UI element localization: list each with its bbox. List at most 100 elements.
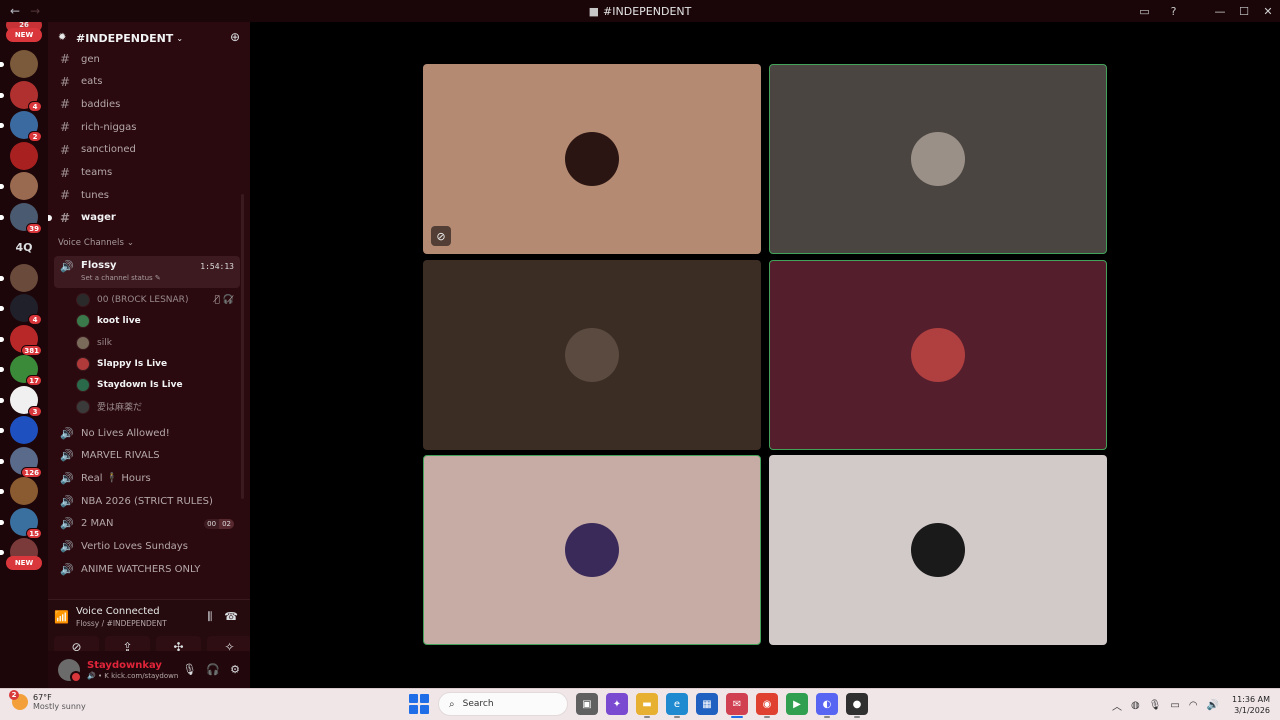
voice-member[interactable]: 00 (BROCK LESNAR) 🎙̸ 🎧̸ (76, 290, 240, 310)
text-channel[interactable]: # gen (54, 54, 240, 70)
microphone-icon[interactable]: 🎙 (182, 663, 196, 676)
mail-icon[interactable]: ✉ (726, 693, 748, 718)
voice-channel[interactable]: 🔊 ANIME WATCHERS ONLY (54, 558, 240, 580)
text-channel[interactable]: # teams (54, 162, 240, 184)
volume-icon[interactable]: 🔊 (1207, 700, 1219, 711)
server-icon[interactable]: 4 (0, 294, 42, 325)
voice-channel[interactable]: 🔊 2 MAN 00 02 (54, 513, 240, 535)
username[interactable]: Staydownkay (87, 660, 178, 671)
channel-status-hint[interactable]: Set a channel status ✎ (81, 274, 161, 282)
task-view-icon[interactable]: ▣ (576, 693, 598, 715)
voice-channel-name: NBA 2026 (STRICT RULES) (81, 495, 213, 507)
settings-icon[interactable]: ⚙ (230, 663, 240, 676)
text-channel[interactable]: # sanctioned (54, 139, 240, 161)
maximize-button[interactable]: ☐ (1232, 0, 1256, 22)
voice-member[interactable]: Staydown Is Live (76, 375, 240, 395)
server-icon[interactable] (0, 477, 38, 505)
speaker-icon: 🔊 (60, 540, 74, 553)
participant-tile[interactable] (769, 455, 1107, 645)
voice-member[interactable]: koot live (76, 311, 240, 331)
voice-channel-flossy[interactable]: 🔊 Flossy 1:54:13 Set a channel status ✎ (54, 256, 240, 288)
chrome-icon[interactable]: ◉ (756, 693, 778, 718)
voice-member[interactable]: silk (76, 333, 240, 353)
guild-gear-icon: ✹ (58, 32, 67, 43)
unread-indicator (0, 184, 4, 189)
text-channel[interactable]: # rich-niggas (54, 116, 240, 138)
scrollbar[interactable] (241, 194, 244, 499)
participant-tile[interactable] (423, 455, 761, 645)
tray-app-icon[interactable]: ◍ (1131, 700, 1140, 711)
headphones-icon[interactable]: 🎧 (206, 663, 220, 676)
new-unreads-pill-bottom[interactable]: NEW (6, 556, 42, 570)
participant-tile[interactable] (769, 260, 1107, 450)
avatar (911, 523, 965, 577)
server-icon[interactable]: 381 (0, 324, 42, 356)
avatar[interactable] (58, 658, 82, 683)
channel-list[interactable]: # gen # eats # baddies # rich-niggas # sanctioned… (48, 54, 246, 599)
text-channel[interactable]: # wager (48, 207, 240, 229)
unread-indicator (0, 489, 4, 494)
voice-category-header[interactable]: Voice Channels ⌄ (58, 238, 134, 248)
disconnect-icon[interactable]: ☎ (224, 610, 238, 624)
unread-indicator (0, 550, 4, 555)
new-unreads-pill[interactable]: NEW (6, 28, 42, 42)
voice-channel[interactable]: 🔊 Vertio Loves Sundays (54, 536, 240, 558)
server-icon[interactable]: 2 (0, 111, 42, 142)
clock[interactable]: 11:36 AM 3/1/2026 (1232, 694, 1270, 716)
text-channel[interactable]: # baddies (54, 93, 240, 115)
voice-member[interactable]: 愛は麻薬だ (76, 397, 240, 417)
server-icon[interactable]: 126 (0, 446, 42, 478)
microphone-tray-icon[interactable]: 🎙 (1149, 700, 1162, 711)
back-icon[interactable]: ← (10, 4, 20, 18)
voice-channel[interactable]: 🔊 MARVEL RIVALS (54, 445, 240, 467)
voice-channel[interactable]: 🔊 NBA 2026 (STRICT RULES) (54, 490, 240, 512)
text-channel[interactable]: # tunes (54, 184, 240, 206)
guild-header[interactable]: ✹ #INDEPENDENT ⌄ ⊕ (48, 22, 250, 54)
voice-channel[interactable]: 🔊 No Lives Allowed! (54, 422, 240, 444)
media-icon[interactable]: ▶ (786, 693, 808, 715)
unread-indicator (48, 214, 52, 221)
voice-member[interactable]: Slappy Is Live (76, 354, 240, 374)
file-explorer-icon[interactable]: ▬ (636, 693, 658, 718)
server-icon[interactable] (0, 172, 38, 200)
close-button[interactable]: ✕ (1256, 0, 1280, 22)
server-icon[interactable]: 4 (0, 80, 42, 112)
noise-suppression-icon[interactable]: ⫼ (207, 610, 212, 624)
server-icon[interactable]: 15 (0, 507, 42, 539)
start-button[interactable] (408, 693, 430, 715)
voice-location[interactable]: Flossy / #INDEPENDENT (76, 619, 167, 628)
weather-widget[interactable]: 2 67°F Mostly sunny (9, 690, 86, 711)
obs-icon[interactable]: ● (846, 693, 868, 718)
signal-icon[interactable]: 📶 (54, 606, 76, 628)
server-icon[interactable] (0, 416, 38, 444)
display-icon[interactable]: ▭ (1170, 700, 1179, 711)
chevron-up-icon[interactable]: ︿ (1112, 698, 1122, 713)
taskbar-search[interactable]: ⌕ Search (438, 692, 568, 716)
server-icon[interactable] (0, 50, 38, 78)
participant-tile[interactable] (769, 64, 1107, 254)
taskbar: 2 67°F Mostly sunny ⌕ Search ▣ ✦ ▬ e ▦ ✉ ◉ ▶ ◐ ● … (0, 688, 1280, 720)
server-icon[interactable]: 4Q (10, 233, 38, 261)
invite-icon[interactable]: ⊕ (230, 30, 240, 44)
minimize-button[interactable]: — (1208, 0, 1232, 22)
text-channel[interactable]: # eats (54, 71, 240, 93)
edge-icon[interactable]: e (666, 693, 688, 718)
server-icon[interactable] (0, 263, 38, 292)
voice-channel[interactable]: 🔊 Real 🕴 Hours (54, 467, 240, 489)
unread-indicator (0, 336, 4, 342)
server-icon[interactable]: 39 (0, 202, 42, 234)
participant-tile[interactable]: ⊘ (423, 64, 761, 254)
wifi-icon[interactable]: ◠ (1189, 700, 1198, 711)
server-icon[interactable]: 3 (0, 385, 42, 417)
forward-icon[interactable]: → (30, 4, 40, 18)
store-icon[interactable]: ▦ (696, 693, 718, 715)
inbox-icon[interactable]: ▭ (1130, 0, 1159, 22)
server-icon[interactable] (10, 141, 38, 170)
copilot-icon[interactable]: ✦ (606, 693, 628, 715)
voice-status[interactable]: Voice Connected (76, 606, 167, 617)
hash-icon: # (60, 54, 71, 66)
participant-tile[interactable] (423, 260, 761, 450)
help-icon[interactable]: ? (1159, 0, 1188, 22)
discord-icon[interactable]: ◐ (816, 693, 838, 718)
server-icon[interactable]: 17 (0, 355, 42, 386)
